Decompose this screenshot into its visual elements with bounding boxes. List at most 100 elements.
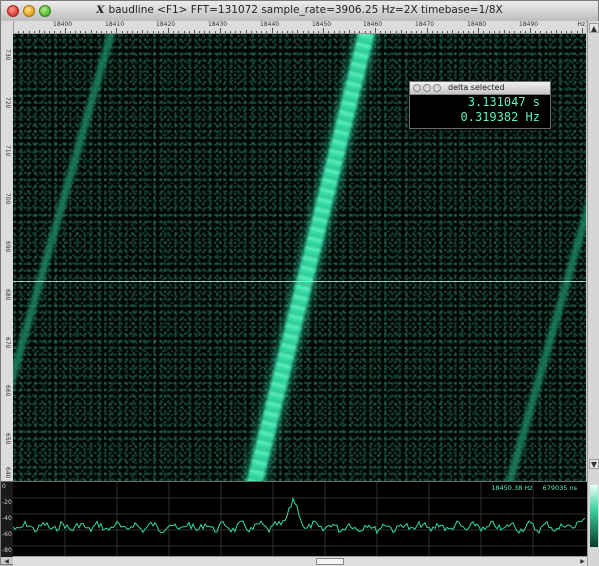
freq-tick-mark: [95, 31, 97, 33]
freq-tick-label: 18450: [312, 21, 332, 28]
freq-tick-mark: [442, 31, 444, 33]
freq-tick-mark: [106, 31, 108, 33]
freq-tick-mark: [452, 30, 454, 33]
delta-title: delta selected: [448, 83, 505, 92]
freq-tick-mark: [478, 28, 480, 33]
freq-tick-mark: [54, 31, 56, 33]
delta-zoom-button[interactable]: [433, 84, 441, 92]
cursor-line[interactable]: [13, 281, 586, 282]
title-bar[interactable]: Xbaudline <F1> FFT=131072 sample_rate=39…: [1, 1, 598, 22]
freq-tick-mark: [359, 31, 361, 33]
time-tick-label: 680: [4, 289, 11, 301]
freq-tick-mark: [457, 31, 459, 33]
freq-tick-mark: [349, 30, 351, 33]
spectrum-plot[interactable]: [13, 482, 586, 557]
freq-tick-mark: [75, 31, 77, 33]
freq-tick-mark: [266, 31, 268, 33]
scroll-down-arrow-icon[interactable]: ▼: [589, 459, 599, 469]
window-title: Xbaudline <F1> FFT=131072 sample_rate=39…: [1, 4, 598, 16]
freq-tick-mark: [49, 31, 51, 33]
freq-tick-label: 18470: [415, 21, 435, 28]
spectrum-grid: [13, 482, 586, 557]
time-tick-label: 660: [4, 385, 11, 397]
freq-tick-mark: [426, 28, 428, 33]
baudline-window: Xbaudline <F1> FFT=131072 sample_rate=39…: [0, 0, 599, 566]
freq-tick-mark: [540, 31, 542, 33]
time-tick-label: 700: [4, 193, 11, 205]
freq-tick-mark: [121, 31, 123, 33]
time-tick-label: 710: [4, 145, 11, 157]
delta-minimize-button[interactable]: [423, 84, 431, 92]
freq-tick-mark: [38, 30, 40, 33]
freq-tick-mark: [64, 28, 66, 33]
freq-tick-label: 18400: [53, 21, 73, 28]
freq-tick-mark: [436, 31, 438, 33]
freq-tick-mark: [571, 31, 573, 33]
freq-tick-mark: [390, 31, 392, 33]
db-label: -60: [2, 531, 12, 538]
delta-close-button[interactable]: [413, 84, 421, 92]
freq-tick-mark: [473, 31, 475, 33]
freq-tick-mark: [395, 31, 397, 33]
time-tick-label: 670: [4, 337, 11, 349]
scroll-thumb[interactable]: [316, 558, 344, 565]
delta-title-bar[interactable]: delta selected: [410, 82, 550, 95]
db-label: -80: [2, 547, 12, 554]
freq-tick-mark: [292, 31, 294, 33]
freq-tick-mark: [111, 31, 113, 33]
freq-tick-mark: [157, 31, 159, 33]
freq-tick-label: 18460: [363, 21, 383, 28]
readout-frequency: 18450.38 Hz: [491, 484, 533, 492]
freq-tick-mark: [240, 31, 242, 33]
freq-tick-mark: [416, 31, 418, 33]
delta-selected-window: delta selected 3.131047 s 0.319382 Hz: [409, 81, 551, 129]
freq-tick-mark: [142, 30, 144, 33]
freq-tick-mark: [312, 31, 314, 33]
freq-tick-mark: [18, 31, 20, 33]
freq-tick-mark: [555, 30, 557, 33]
freq-tick-mark: [576, 31, 578, 33]
freq-tick-mark: [524, 31, 526, 33]
freq-tick-mark: [178, 31, 180, 33]
freq-tick-mark: [90, 30, 92, 33]
freq-tick-mark: [447, 31, 449, 33]
db-label: -20: [2, 499, 12, 506]
freq-tick-mark: [230, 31, 232, 33]
freq-tick-mark: [80, 31, 82, 33]
freq-tick-mark: [255, 31, 257, 33]
freq-tick-label: 18430: [208, 21, 228, 28]
freq-tick-mark: [462, 31, 464, 33]
freq-tick-mark: [173, 31, 175, 33]
freq-tick-mark: [483, 31, 485, 33]
delta-time-value: 3.131047 s: [467, 95, 540, 109]
spectrum-readout: 18450.38 Hz 679035 ns: [481, 484, 577, 492]
scroll-up-arrow-icon[interactable]: ▲: [589, 23, 599, 33]
db-scale: 0 -20 -40 -60 -80: [1, 482, 13, 557]
freq-tick-mark: [535, 31, 537, 33]
freq-tick-mark: [137, 31, 139, 33]
freq-tick-mark: [400, 30, 402, 33]
freq-tick-mark: [530, 28, 531, 33]
freq-tick-mark: [152, 31, 154, 33]
freq-tick-mark: [514, 31, 516, 33]
freq-tick-label: 18420: [156, 21, 176, 28]
freq-tick-label: 18440: [260, 21, 280, 28]
freq-tick-mark: [224, 31, 226, 33]
freq-tick-mark: [380, 31, 382, 33]
freq-tick-label: 18480: [467, 21, 487, 28]
freq-tick-mark: [581, 28, 583, 33]
freq-tick-mark: [431, 31, 433, 33]
freq-tick-mark: [116, 28, 118, 33]
freq-tick-mark: [302, 31, 304, 33]
color-scale-bar: [590, 485, 598, 547]
freq-tick-mark: [204, 31, 206, 33]
freq-tick-mark: [271, 28, 273, 33]
freq-tick-mark: [183, 31, 185, 33]
time-tick-label: 640: [4, 467, 11, 479]
freq-tick-mark: [364, 31, 366, 33]
freq-tick-mark: [338, 31, 340, 33]
window-title-text: baudline <F1> FFT=131072 sample_rate=390…: [108, 4, 503, 16]
freq-tick-mark: [245, 30, 247, 33]
time-tick-label: 690: [4, 241, 11, 253]
freq-tick-mark: [69, 31, 71, 33]
